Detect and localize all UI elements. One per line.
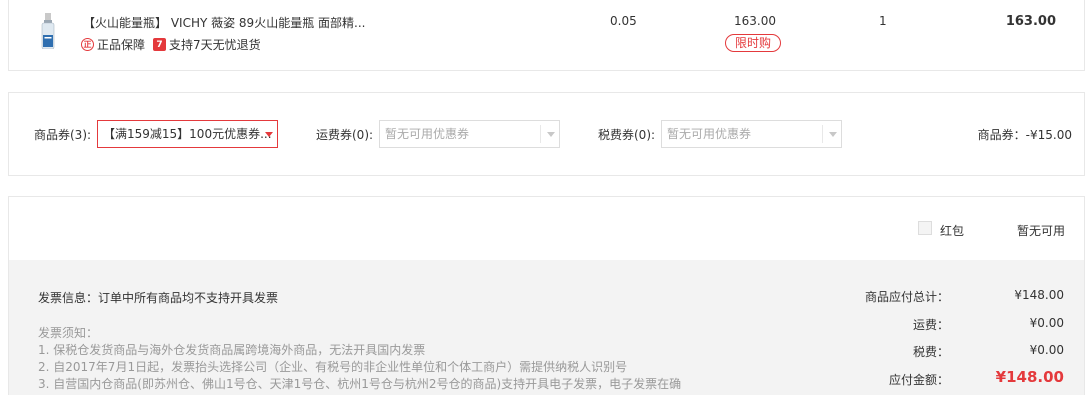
cart-product-row: 【火山能量瓶】 VICHY 薇姿 89火山能量瓶 面部精... 正 正品保障 7…: [8, 0, 1085, 71]
coupon-discount-summary: 商品券：-¥15.00: [977, 128, 1072, 142]
goods-total-row: 商品应付总计： ¥148.00: [784, 288, 1084, 308]
select-divider: [822, 125, 823, 143]
tax-coupon-select[interactable]: 暂无可用优惠券: [661, 120, 842, 148]
return-7day-icon: 7: [153, 38, 167, 51]
badge-genuine: 正 正品保障: [81, 36, 145, 53]
order-summary: 发票信息：订单中所有商品均不支持开具发票 发票须知： 1. 保税仓发货商品与海外…: [8, 260, 1085, 395]
shipping-coupon-label: 运费券(0):: [316, 128, 374, 142]
invoice-notice-line: 3. 自营国内仓商品(即苏州仓、佛山1号仓、天津1号仓、杭州1号仓与杭州2号仓的…: [38, 377, 682, 391]
promo-tag: 限时购: [725, 34, 781, 52]
invoice-info: 发票信息：订单中所有商品均不支持开具发票: [38, 291, 279, 305]
shipping-coupon-select[interactable]: 暂无可用优惠券: [379, 120, 560, 148]
badge-return-label: 支持7天无忧退货: [169, 38, 261, 52]
invoice-notice: 发票须知： 1. 保税仓发货商品与海外仓发货商品属跨境海外商品，无法开具国内发票…: [38, 325, 681, 393]
red-packet-status: 暂无可用: [1016, 224, 1065, 238]
payable-row: 应付金额： ¥148.00: [784, 368, 1084, 391]
red-packet-section: 红包 暂无可用: [8, 196, 1085, 260]
goods-coupon-label: 商品券(3):: [34, 128, 92, 142]
coupon-section: 商品券(3): 【满159减15】100元优惠券... 运费券(0): 暂无可用…: [8, 92, 1085, 176]
shipping-coupon-value: 暂无可用优惠券: [385, 127, 470, 141]
chevron-down-icon: [547, 132, 555, 137]
goods-coupon-value: 【满159减15】100元优惠券...: [103, 127, 272, 141]
invoice-notice-line: 2. 自2017年7月1日起，发票抬头选择公司（企业、有税号的非企业性单位和个体…: [38, 360, 628, 374]
chevron-down-icon: [265, 132, 273, 137]
shipping-value: ¥0.00: [1029, 316, 1064, 330]
shipping-row: 运费： ¥0.00: [784, 316, 1084, 336]
tax-coupon-label: 税费券(0):: [598, 128, 656, 142]
goods-total-value: ¥148.00: [1014, 288, 1064, 302]
shipping-label: 运费：: [912, 318, 949, 332]
payable-label: 应付金额：: [888, 373, 949, 387]
product-tax: 0.05: [610, 14, 637, 28]
product-price: 163.00: [734, 14, 776, 28]
red-packet-label: 红包: [940, 224, 965, 238]
goods-total-label: 商品应付总计：: [864, 290, 949, 304]
tax-row: 税费： ¥0.00: [784, 343, 1084, 363]
invoice-notice-line: 1. 保税仓发货商品与海外仓发货商品属跨境海外商品，无法开具国内发票: [38, 343, 426, 357]
tax-label: 税费：: [912, 345, 949, 359]
red-packet-checkbox[interactable]: [918, 221, 932, 235]
product-quantity: 1: [879, 14, 887, 28]
select-divider: [540, 125, 541, 143]
chevron-down-icon: [829, 132, 837, 137]
product-subtotal: 163.00: [1005, 14, 1056, 29]
payable-value: ¥148.00: [995, 368, 1064, 386]
goods-coupon-select[interactable]: 【满159减15】100元优惠券...: [97, 120, 278, 148]
genuine-icon: 正: [81, 38, 94, 51]
service-badges: 正 正品保障 7 支持7天无忧退货: [81, 36, 269, 53]
serum-bottle-icon[interactable]: [38, 13, 58, 49]
tax-value: ¥0.00: [1029, 343, 1064, 357]
badge-genuine-label: 正品保障: [97, 38, 146, 52]
badge-return: 7 支持7天无忧退货: [153, 36, 261, 53]
tax-coupon-value: 暂无可用优惠券: [667, 127, 752, 141]
product-title-link[interactable]: 【火山能量瓶】 VICHY 薇姿 89火山能量瓶 面部精...: [83, 14, 365, 31]
invoice-notice-title: 发票须知：: [38, 326, 99, 340]
